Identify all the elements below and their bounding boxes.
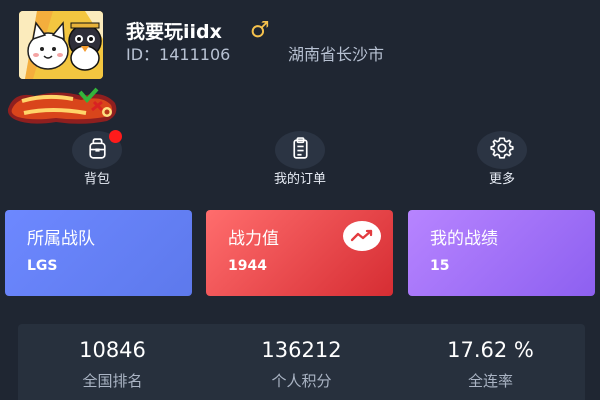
trend-line-icon — [343, 221, 381, 251]
national-rank-value: 10846 — [79, 338, 146, 362]
avatar[interactable] — [19, 11, 103, 79]
gender-male-icon: ♂ — [250, 18, 270, 43]
summary-cards: 所属战队 LGS 战力值 1944 我的战绩 15 — [5, 210, 595, 296]
team-card-value: LGS — [27, 258, 58, 274]
quick-actions: 背包 我的订单 更多 — [0, 130, 600, 191]
backpack-button[interactable]: 背包 — [47, 130, 147, 188]
username: 我要玩iidx — [126, 21, 222, 43]
personal-points-stat: 136212 个人积分 — [207, 324, 396, 391]
combat-power-value: 1944 — [228, 258, 267, 274]
order-icon-circle — [275, 131, 325, 169]
notification-dot — [109, 130, 122, 143]
combat-power-card[interactable]: 战力值 1944 — [206, 210, 393, 296]
backpack-icon — [85, 136, 110, 165]
critical-alcohol-logo — [4, 86, 122, 126]
more-icon-circle — [477, 131, 527, 169]
my-orders-button[interactable]: 我的订单 — [250, 131, 350, 188]
my-record-title: 我的战绩 — [430, 229, 498, 249]
national-rank-label: 全国排名 — [82, 372, 143, 390]
full-combo-rate-stat: 17.62 % 全连率 — [396, 324, 585, 391]
full-combo-rate-value: 17.62 % — [447, 338, 534, 362]
critical-alcohol-logo-image — [7, 87, 117, 124]
national-rank-stat: 10846 全国排名 — [18, 324, 207, 391]
gear-icon — [489, 135, 515, 165]
order-list-icon — [288, 136, 313, 165]
more-button[interactable]: 更多 — [452, 131, 552, 188]
team-card[interactable]: 所属战队 LGS — [5, 210, 192, 296]
chibi-characters-avatar-image — [19, 11, 103, 79]
personal-points-label: 个人积分 — [271, 372, 332, 390]
team-card-title: 所属战队 — [27, 229, 95, 249]
personal-points-value: 136212 — [261, 338, 342, 362]
user-id: ID：1411106 — [126, 45, 231, 64]
user-location: 湖南省长沙市 — [288, 45, 385, 64]
full-combo-rate-label: 全连率 — [467, 372, 513, 390]
combat-power-title: 战力值 — [228, 229, 279, 249]
my-record-value: 15 — [430, 258, 450, 274]
my-record-card[interactable]: 我的战绩 15 — [408, 210, 595, 296]
my-orders-label: 我的订单 — [273, 172, 326, 187]
backpack-label: 背包 — [83, 172, 110, 187]
backpack-icon-circle — [72, 130, 122, 169]
stats-panel: 10846 全国排名 136212 个人积分 17.62 % 全连率 — [18, 324, 585, 400]
more-label: 更多 — [488, 172, 515, 187]
